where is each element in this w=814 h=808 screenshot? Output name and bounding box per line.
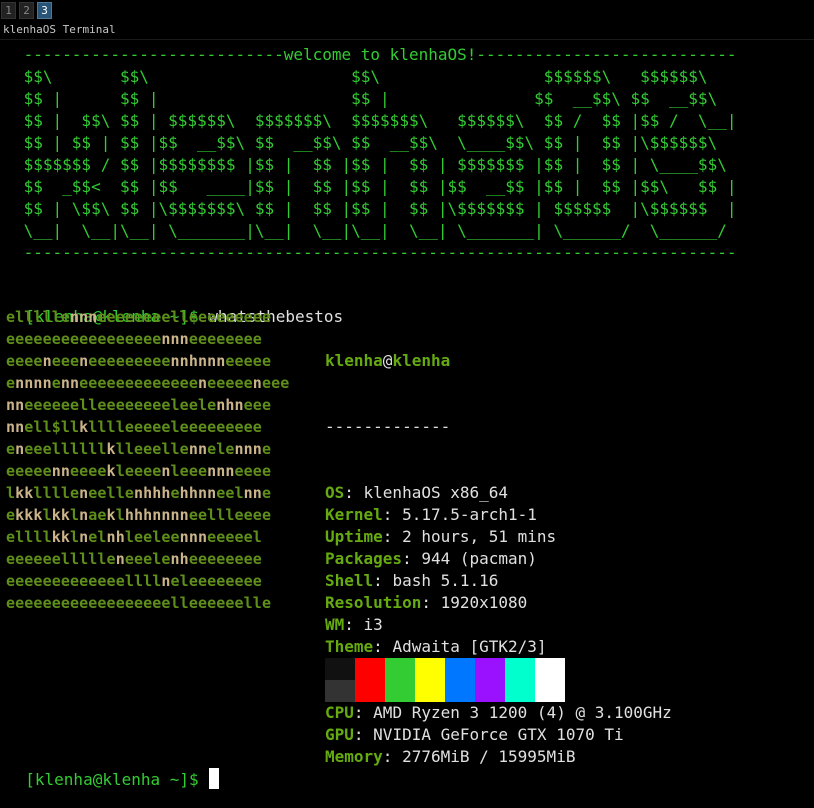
workspace-button-1[interactable]: 1: [1, 2, 16, 19]
final-shell-prompt: [klenha@klenha ~]$: [25, 770, 199, 789]
art-line: eneeellllllklleeellennelennne: [6, 440, 272, 458]
info-row-wm: WM: i3: [325, 615, 383, 634]
art-line: nneeeeeelleeeeeeeeleelenhneee: [6, 396, 272, 414]
info-value: Adwaita [GTK2/3]: [392, 637, 547, 656]
banner-line: $$ | \$$\ $$ |\$$$$$$$\ $$ | $$ |$$ | $$…: [14, 199, 737, 218]
user-host-line: klenha@klenha: [325, 350, 672, 372]
banner-line: $$ | $$\ $$ | $$$$$$\ $$$$$$$\ $$$$$$$\ …: [14, 111, 737, 130]
info-row-resolution: Resolution: 1920x1080: [325, 593, 528, 612]
info-row-gpu: GPU: NVIDIA GeForce GTX 1070 Ti: [325, 725, 624, 744]
info-key: WM: [325, 615, 345, 634]
art-line: eeeeenneeeekleeeenleeennneeee: [6, 462, 272, 480]
art-line: lkklllleneellenhhhehhnneelnne: [6, 484, 272, 502]
art-line: eeeeeeeeeeeeeeeeeelleeeeeelle: [6, 594, 272, 612]
color-swatch: [475, 658, 505, 680]
color-swatch: [505, 680, 535, 702]
info-row-kernel: Kernel: 5.17.5-arch1-1: [325, 505, 537, 524]
banner-line: $$\ $$\ $$\ $$$$$$\ $$$$$$\: [14, 67, 708, 86]
info-key: CPU: [325, 703, 354, 722]
info-value: NVIDIA GeForce GTX 1070 Ti: [373, 725, 624, 744]
info-value: klenhaOS x86_64: [363, 483, 509, 502]
info-key: Theme: [325, 637, 374, 656]
color-swatch: [385, 658, 415, 680]
info-key: Memory: [325, 747, 383, 766]
banner-line: ----------------------------------------…: [14, 243, 737, 262]
info-key: Packages: [325, 549, 403, 568]
banner-line: $$ | $$ | $$ |$$ __$$\ $$ __$$\ $$ __$$\…: [14, 133, 718, 152]
color-swatch: [385, 680, 415, 702]
info-rows: OS: klenhaOS x86_64 Kernel: 5.17.5-arch1-…: [325, 482, 672, 768]
window-title: klenhaOS Terminal: [3, 23, 116, 36]
info-separator: -------------: [325, 417, 451, 436]
color-swatch: [415, 680, 445, 702]
i3-bar: 123 klenhaOS Terminal: [0, 0, 814, 40]
info-value: i3: [363, 615, 383, 634]
color-palette: [325, 658, 565, 702]
info-user: klenha: [325, 351, 383, 370]
info-key: GPU: [325, 725, 354, 744]
color-swatch: [355, 680, 385, 702]
banner-line: $$ | $$ | $$ | $$ __$$\ $$ __$$\: [14, 89, 718, 108]
banner-line: $$ _$$< $$ |$$ ____|$$ | $$ |$$ | $$ |$$…: [14, 177, 737, 196]
title-divider: [0, 39, 814, 40]
welcome-banner: ---------------------------welcome to kl…: [14, 44, 737, 264]
art-line: elllllennneeeeeeeelleeeeeeeee: [6, 308, 272, 326]
info-key: OS: [325, 483, 345, 502]
color-swatch: [325, 658, 355, 680]
info-row-cpu: CPU: AMD Ryzen 3 1200 (4) @ 3.100GHz: [325, 703, 672, 722]
color-swatch: [325, 680, 355, 702]
art-line: eeeeeellllleneeelenheeeeeeee: [6, 550, 262, 568]
banner-line: $$$$$$$ / $$ |$$$$$$$$ |$$ | $$ |$$ | $$…: [14, 155, 727, 174]
info-value: AMD Ryzen 3 1200 (4) @ 3.100GHz: [373, 703, 672, 722]
art-line: ennnnenneeeeeeeeeeeeeneeeeeneee: [6, 374, 290, 392]
workspace-button-3[interactable]: 3: [37, 2, 52, 19]
info-row-os: OS: klenhaOS x86_64: [325, 483, 509, 502]
final-command-line[interactable]: [klenha@klenha ~]$: [6, 746, 219, 791]
color-swatch: [535, 658, 565, 680]
info-key: Uptime: [325, 527, 383, 546]
art-line: eeeeeeeeeeeeellllneleeeeeeee: [6, 572, 262, 590]
color-swatch: [505, 658, 535, 680]
banner-line: \__| \__|\__| \_______|\__| \__|\__| \__…: [14, 221, 727, 240]
info-value: 2776MiB / 15995MiB: [402, 747, 576, 766]
info-value: bash 5.1.16: [392, 571, 499, 590]
info-value: 5.17.5-arch1-1: [402, 505, 537, 524]
art-line: eeeeeeeeeeeeeeeeennneeeeeeee: [6, 330, 262, 348]
art-line: ellllkklnelnhleeleennneeeeel: [6, 528, 262, 546]
art-line: ekkklkklnaeklhhhnnnneellleeee: [6, 506, 272, 524]
info-value: 1920x1080: [440, 593, 528, 612]
info-row-uptime: Uptime: 2 hours, 51 mins: [325, 527, 557, 546]
banner-line: ---------------------------welcome to kl…: [14, 45, 737, 64]
info-key: Resolution: [325, 593, 422, 612]
info-row-memory: Memory: 2776MiB / 15995MiB: [325, 747, 576, 766]
info-row-packages: Packages: 944 (pacman): [325, 549, 537, 568]
workspace-button-2[interactable]: 2: [19, 2, 34, 19]
color-swatch: [445, 658, 475, 680]
color-swatch: [415, 658, 445, 680]
info-row-theme: Theme: Adwaita [GTK2/3]: [325, 637, 547, 656]
color-swatch: [535, 680, 565, 702]
color-swatch: [445, 680, 475, 702]
system-info: klenha@klenha ------------- OS: klenhaOS…: [325, 306, 672, 790]
info-key: Shell: [325, 571, 374, 590]
art-line: nnell$llklllleeeeeleeeeeeeee: [6, 418, 262, 436]
distro-ascii-art: elllllennneeeeeeeelleeeeeeeee eeeeeeeeeee…: [6, 306, 289, 614]
art-line: eeeeneeeneeeeeeeeennhnnneeeee: [6, 352, 272, 370]
color-swatch: [355, 658, 385, 680]
info-value: 944 (pacman): [421, 549, 537, 568]
info-key: Kernel: [325, 505, 383, 524]
info-at: @: [382, 351, 393, 370]
info-host: klenha: [392, 351, 451, 370]
info-value: 2 hours, 51 mins: [402, 527, 557, 546]
text-cursor[interactable]: [208, 768, 219, 789]
info-row-shell: Shell: bash 5.1.16: [325, 571, 499, 590]
color-swatch: [475, 680, 505, 702]
